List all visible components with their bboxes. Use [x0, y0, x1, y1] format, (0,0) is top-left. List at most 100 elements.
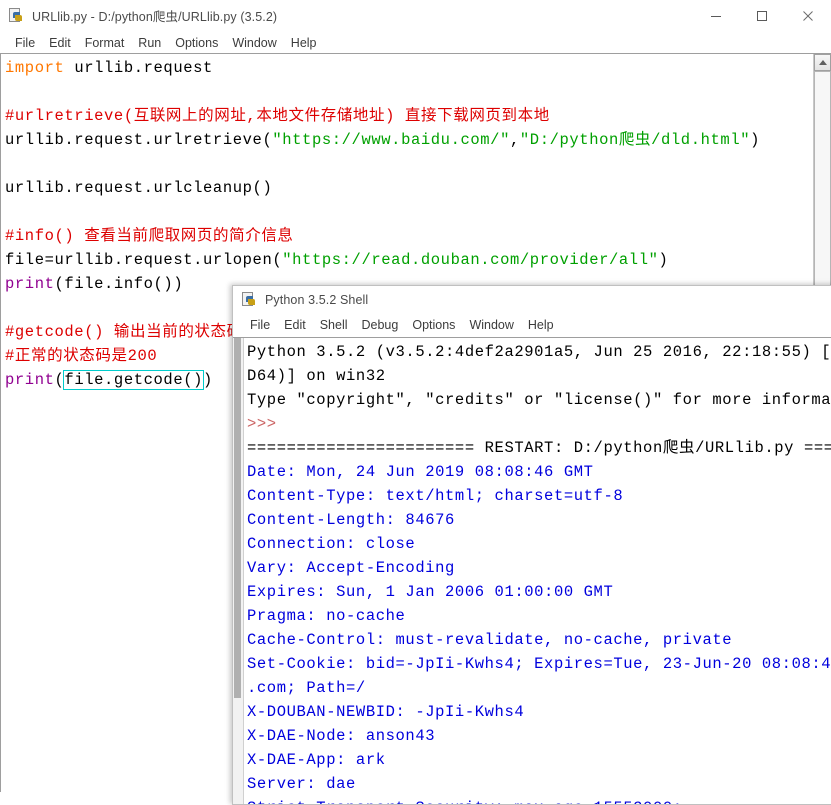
- close-icon[interactable]: [785, 0, 831, 31]
- shell-span: >>>: [247, 415, 277, 433]
- shell-span: Type "copyright", "credits" or "license(…: [247, 391, 831, 409]
- shell-line: Content-Length: 84676: [247, 508, 831, 532]
- shell-span: .com; Path=/: [247, 679, 366, 697]
- editor-titlebar: URLlib.py - D:/python爬虫/URLlib.py (3.5.2…: [0, 0, 831, 32]
- shell-line: X-DAE-App: ark: [247, 748, 831, 772]
- window-controls: [693, 0, 831, 31]
- shell-menu-help[interactable]: Help: [521, 317, 561, 333]
- code-span: urllib.request: [64, 59, 213, 77]
- shell-menu-file[interactable]: File: [243, 317, 277, 333]
- shell-vertical-scrollbar[interactable]: [233, 338, 244, 804]
- scroll-up-arrow-icon[interactable]: [814, 54, 831, 71]
- shell-line: D64)] on win32: [247, 364, 831, 388]
- shell-span: X-DAE-Node: anson43: [247, 727, 436, 745]
- shell-span: Strict-Transport-Security: max-age=15552…: [247, 799, 683, 804]
- shell-menu-shell[interactable]: Shell: [313, 317, 355, 333]
- shell-span: Content-Type: text/html; charset=utf-8: [247, 487, 624, 505]
- code-span: ): [658, 251, 669, 269]
- code-span: "https://www.baidu.com/": [272, 131, 510, 149]
- code-span: print: [5, 371, 55, 389]
- shell-body: Python 3.5.2 (v3.5.2:4def2a2901a5, Jun 2…: [233, 337, 831, 804]
- shell-line: ======================= RESTART: D:/pyth…: [247, 436, 831, 460]
- code-span: ): [203, 371, 213, 389]
- shell-span: Content-Length: 84676: [247, 511, 455, 529]
- code-line: #info() 查看当前爬取网页的简介信息: [5, 224, 814, 248]
- shell-menu-options[interactable]: Options: [405, 317, 462, 333]
- code-span: "https://read.douban.com/provider/all": [282, 251, 659, 269]
- shell-line: Cache-Control: must-revalidate, no-cache…: [247, 628, 831, 652]
- code-span: file=urllib.request.urlopen(: [5, 251, 283, 269]
- editor-title: URLlib.py - D:/python爬虫/URLlib.py (3.5.2…: [32, 10, 278, 24]
- editor-menu-file[interactable]: File: [8, 35, 42, 51]
- shell-span: Cache-Control: must-revalidate, no-cache…: [247, 631, 733, 649]
- shell-line: Expires: Sun, 1 Jan 2006 01:00:00 GMT: [247, 580, 831, 604]
- shell-scrollbar-thumb[interactable]: [234, 338, 241, 698]
- code-span: ,: [509, 131, 520, 149]
- shell-window: Python 3.5.2 Shell File Edit Shell Debug Opt…: [232, 285, 831, 805]
- code-span: #正常的状态码是200: [5, 347, 158, 365]
- shell-line: X-DOUBAN-NEWBID: -JpIi-Kwhs4: [247, 700, 831, 724]
- shell-menu-window[interactable]: Window: [462, 317, 520, 333]
- shell-line: >>>: [247, 412, 831, 436]
- shell-line: Vary: Accept-Encoding: [247, 556, 831, 580]
- shell-title: Python 3.5.2 Shell: [265, 293, 369, 307]
- shell-line: Server: dae: [247, 772, 831, 796]
- code-span: (file.info()): [54, 275, 184, 293]
- shell-line: Date: Mon, 24 Jun 2019 08:08:46 GMT: [247, 460, 831, 484]
- code-span: urllib.request.urlretrieve(: [5, 131, 273, 149]
- editor-menu-format[interactable]: Format: [78, 35, 132, 51]
- code-line: file=urllib.request.urlopen("https://rea…: [5, 248, 814, 272]
- python-file-icon: [8, 7, 24, 24]
- editor-menu-help[interactable]: Help: [284, 35, 324, 51]
- code-span: #info() 查看当前爬取网页的简介信息: [5, 227, 294, 245]
- code-line: #urlretrieve(互联网上的网址,本地文件存储地址) 直接下载网页到本地: [5, 104, 814, 128]
- editor-menubar: File Edit Format Run Options Window Help: [0, 32, 831, 54]
- shell-span: X-DOUBAN-NEWBID: -JpIi-Kwhs4: [247, 703, 525, 721]
- shell-line: Set-Cookie: bid=-JpIi-Kwhs4; Expires=Tue…: [247, 652, 831, 676]
- shell-span: Expires: Sun, 1 Jan 2006 01:00:00 GMT: [247, 583, 614, 601]
- code-span: print: [5, 275, 55, 293]
- code-line: import urllib.request: [5, 56, 814, 80]
- code-span: (: [54, 371, 65, 389]
- shell-span: D64)] on win32: [247, 367, 386, 385]
- shell-line: Type "copyright", "credits" or "license(…: [247, 388, 831, 412]
- python-shell-icon: [241, 292, 257, 308]
- shell-menu-debug[interactable]: Debug: [355, 317, 406, 333]
- shell-line: Strict-Transport-Security: max-age=15552…: [247, 796, 831, 804]
- minimize-icon[interactable]: [693, 0, 739, 31]
- shell-line: X-DAE-Node: anson43: [247, 724, 831, 748]
- shell-line: Pragma: no-cache: [247, 604, 831, 628]
- shell-line: Content-Type: text/html; charset=utf-8: [247, 484, 831, 508]
- editor-menu-run[interactable]: Run: [131, 35, 168, 51]
- shell-span: Python 3.5.2 (v3.5.2:4def2a2901a5, Jun 2…: [247, 343, 831, 361]
- shell-span: Vary: Accept-Encoding: [247, 559, 455, 577]
- shell-line: Connection: close: [247, 532, 831, 556]
- code-line: urllib.request.urlretrieve("https://www.…: [5, 128, 814, 152]
- code-line: urllib.request.urlcleanup(): [5, 176, 814, 200]
- editor-menu-edit[interactable]: Edit: [42, 35, 78, 51]
- editor-menu-options[interactable]: Options: [168, 35, 225, 51]
- code-selection: file.getcode(): [63, 370, 205, 390]
- code-span: #urlretrieve(互联网上的网址,本地文件存储地址) 直接下载网页到本地: [5, 107, 550, 125]
- shell-span: ======================= RESTART: D:/pyth…: [247, 439, 831, 457]
- code-span: ): [750, 131, 761, 149]
- code-span: urllib.request.urlcleanup(): [5, 179, 273, 197]
- shell-span: X-DAE-App: ark: [247, 751, 386, 769]
- shell-span: Connection: close: [247, 535, 416, 553]
- shell-span: Set-Cookie: bid=-JpIi-Kwhs4; Expires=Tue…: [247, 655, 831, 673]
- shell-span: Date: Mon, 24 Jun 2019 08:08:46 GMT: [247, 463, 594, 481]
- shell-span: Pragma: no-cache: [247, 607, 406, 625]
- shell-span: Server: dae: [247, 775, 356, 793]
- editor-menu-window[interactable]: Window: [225, 35, 283, 51]
- shell-menu-edit[interactable]: Edit: [277, 317, 313, 333]
- maximize-icon[interactable]: [739, 0, 785, 31]
- shell-text-area[interactable]: Python 3.5.2 (v3.5.2:4def2a2901a5, Jun 2…: [244, 338, 831, 804]
- shell-titlebar: Python 3.5.2 Shell: [233, 286, 831, 314]
- shell-line: .com; Path=/: [247, 676, 831, 700]
- shell-menubar: File Edit Shell Debug Options Window Help: [233, 314, 831, 336]
- shell-line: Python 3.5.2 (v3.5.2:4def2a2901a5, Jun 2…: [247, 340, 831, 364]
- code-span: "D:/python爬虫/dld.html": [519, 131, 751, 149]
